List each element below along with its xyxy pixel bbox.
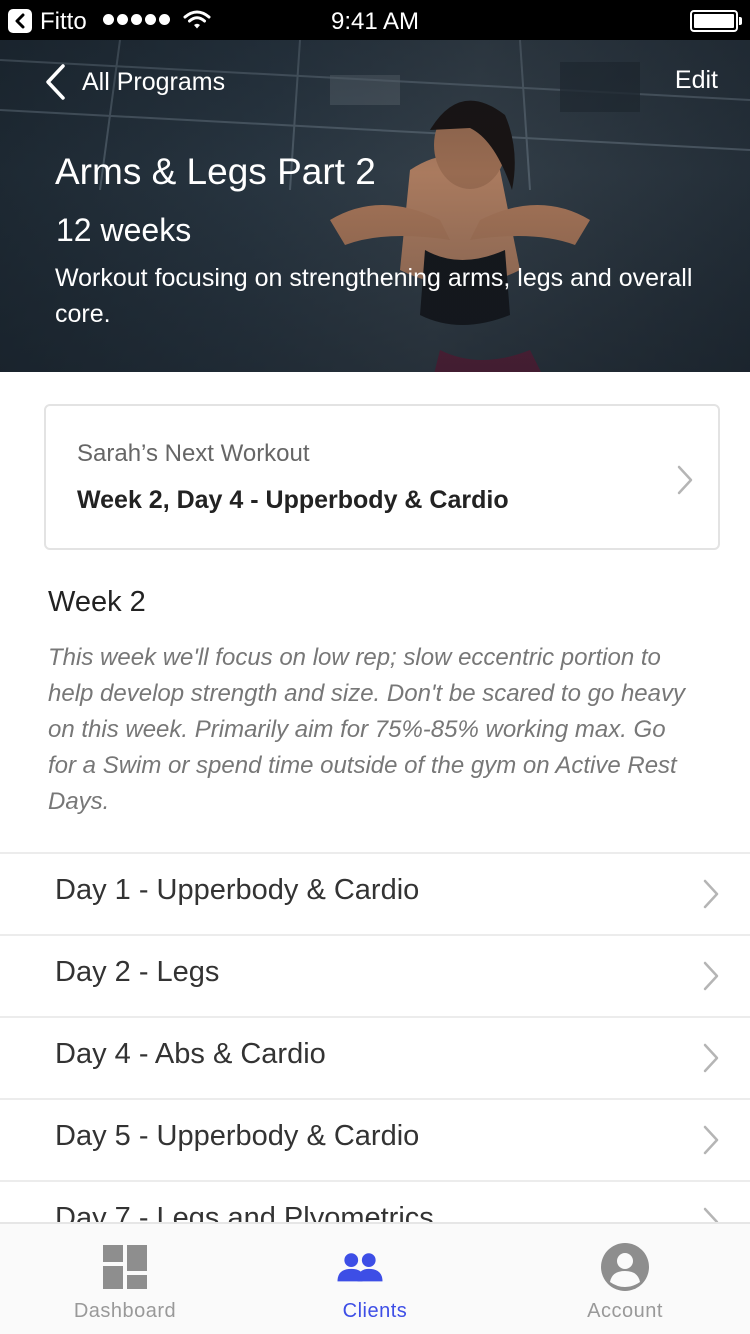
tab-label: Dashboard	[73, 1300, 177, 1322]
tab-label: Account	[587, 1300, 663, 1322]
chevron-right-icon	[703, 1043, 719, 1073]
account-icon	[601, 1243, 649, 1291]
program-title: Arms & Legs Part 2	[55, 151, 376, 192]
tab-account[interactable]: Account	[500, 1224, 750, 1334]
day-label: Day 5 - Upperbody & Cardio	[55, 1120, 420, 1152]
status-bar: Fitto 9:41 AM	[0, 0, 750, 40]
list-item[interactable]: Day 4 - Abs & Cardio	[0, 1016, 750, 1098]
list-item[interactable]: Day 2 - Legs	[0, 934, 750, 1016]
edit-button[interactable]: Edit	[675, 66, 718, 95]
day-label: Day 4 - Abs & Cardio	[55, 1038, 326, 1070]
dashboard-icon	[103, 1245, 147, 1289]
next-workout-value: Week 2, Day 4 - Upperbody & Cardio	[77, 486, 509, 514]
week-description: This week we'll focus on low rep; slow e…	[48, 644, 685, 815]
program-hero: All Programs Edit Arms & Legs Part 2 12 …	[0, 40, 750, 372]
status-time: 9:41 AM	[330, 8, 420, 35]
program-duration: 12 weeks	[56, 212, 192, 248]
day-list: Day 1 - Upperbody & Cardio Day 2 - Legs …	[0, 852, 750, 1262]
day-label: Day 2 - Legs	[55, 956, 220, 988]
next-workout-label: Sarah’s Next Workout	[77, 440, 310, 467]
tab-bar: Dashboard Clients Account	[0, 1222, 750, 1334]
tab-label: Clients	[342, 1300, 408, 1322]
back-label: All Programs	[82, 67, 226, 96]
next-workout-card[interactable]: Sarah’s Next Workout Week 2, Day 4 - Upp…	[44, 404, 720, 550]
week-title: Week 2	[48, 586, 146, 618]
tab-clients[interactable]: Clients	[250, 1224, 500, 1334]
tab-dashboard[interactable]: Dashboard	[0, 1224, 250, 1334]
chevron-right-icon	[703, 1125, 719, 1155]
list-item[interactable]: Day 1 - Upperbody & Cardio	[0, 852, 750, 934]
chevron-right-icon	[703, 879, 719, 909]
chevron-left-icon	[46, 64, 65, 100]
program-description: Workout focusing on strengthening arms, …	[55, 264, 693, 328]
chevron-right-icon	[677, 465, 693, 495]
battery-icon	[690, 10, 742, 32]
all-programs-back-button[interactable]: All Programs	[44, 62, 225, 102]
day-label: Day 1 - Upperbody & Cardio	[55, 874, 420, 906]
list-item[interactable]: Day 5 - Upperbody & Cardio	[0, 1098, 750, 1180]
clients-icon	[337, 1253, 383, 1282]
chevron-right-icon	[703, 961, 719, 991]
